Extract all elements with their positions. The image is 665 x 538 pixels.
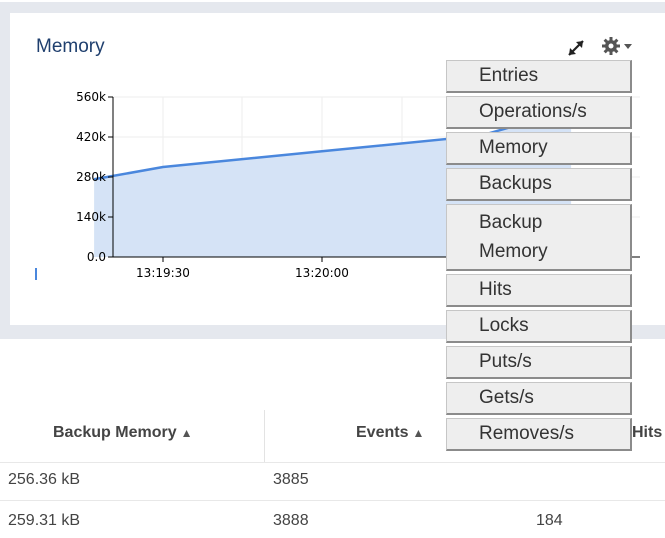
cell-backup-memory: 256.36 kB: [8, 471, 81, 488]
y-tick-label: 140k: [76, 210, 106, 224]
column-header-label: Events: [356, 424, 409, 441]
menu-item-backups[interactable]: Backups: [446, 168, 632, 201]
x-tick-label: 13:20:00: [295, 266, 349, 280]
cell-hits: 184: [536, 512, 563, 529]
column-header-backup-memory[interactable]: Backup Memory ▲︎: [53, 424, 192, 442]
menu-item-operations[interactable]: Operations/s: [446, 96, 632, 129]
x-tick-label: 13:19:30: [136, 266, 190, 280]
brush-handle: [35, 268, 37, 280]
y-tick-label: 0.0: [87, 250, 106, 264]
menu-item-hits[interactable]: Hits: [446, 274, 632, 307]
y-tick-label: 560k: [76, 90, 106, 104]
column-header-events[interactable]: Events ▲︎: [356, 424, 424, 442]
chart-metric-menu: Entries Operations/s Memory Backups Back…: [446, 60, 632, 454]
table-row[interactable]: 259.31 kB 3888 184: [0, 500, 665, 538]
column-header-label: Backup Memory: [53, 424, 177, 441]
menu-item-backup-memory[interactable]: Backup Memory: [446, 204, 632, 271]
menu-item-entries[interactable]: Entries: [446, 60, 632, 93]
table-row[interactable]: 256.36 kB 3885: [0, 462, 665, 500]
menu-item-puts[interactable]: Puts/s: [446, 346, 632, 379]
menu-item-locks[interactable]: Locks: [446, 310, 632, 343]
y-tick-label: 420k: [76, 130, 106, 144]
menu-item-memory[interactable]: Memory: [446, 132, 632, 165]
cell-backup-memory: 259.31 kB: [8, 512, 81, 529]
column-header-label: Hits: [632, 424, 663, 441]
sort-icon: ▲︎: [180, 426, 193, 440]
column-header-hits[interactable]: Hits: [632, 424, 662, 442]
sort-icon: ▲︎: [412, 426, 425, 440]
column-divider: [264, 410, 265, 462]
y-tick-label: 280k: [76, 170, 106, 184]
stats-table: Backup Memory ▲︎ Events ▲︎ Hits 256.36 kB …: [0, 410, 665, 533]
cell-events: 3885: [273, 471, 309, 488]
cell-events: 3888: [273, 512, 309, 529]
